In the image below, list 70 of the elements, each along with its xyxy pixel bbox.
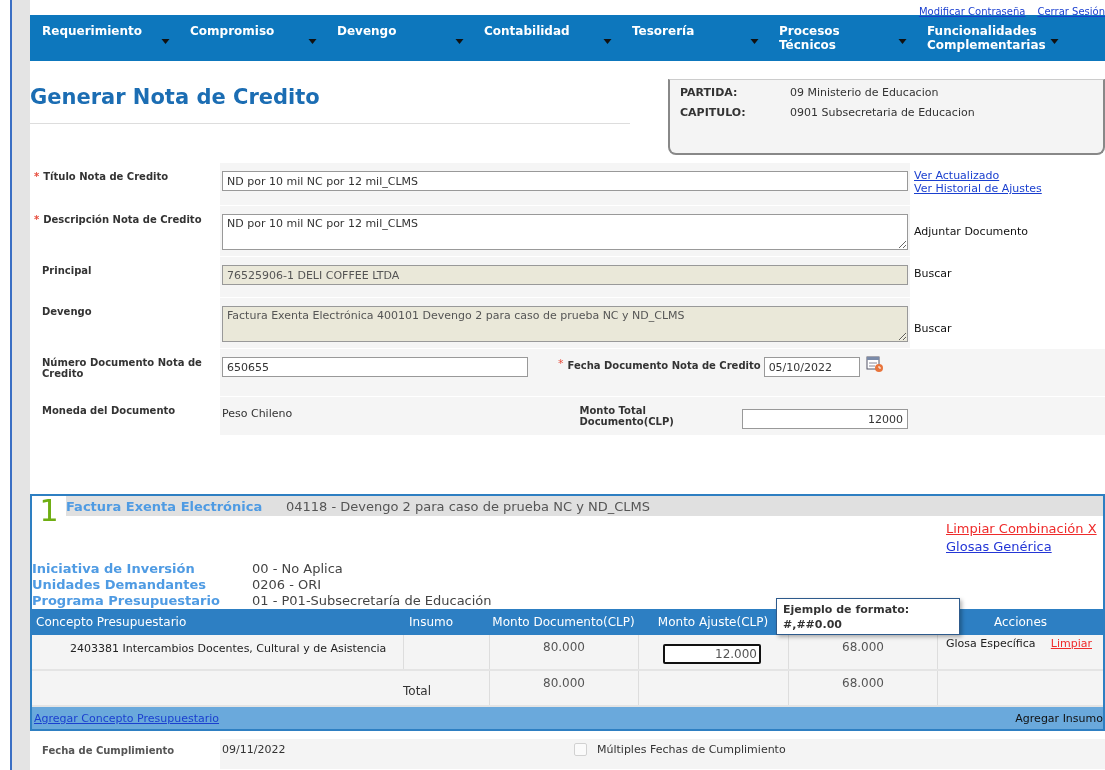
detail-label: Unidades Demandantes bbox=[32, 577, 207, 593]
detail-value: 0206 - ORI bbox=[252, 577, 322, 593]
column-header: Concepto Presupuestario bbox=[36, 615, 187, 629]
caret-icon bbox=[603, 39, 612, 44]
top-link[interactable]: Cerrar Sesión bbox=[1037, 7, 1105, 17]
link[interactable]: Limpiar Combinación X bbox=[946, 520, 1097, 538]
glosa-link[interactable]: Glosa Específica bbox=[946, 637, 1036, 669]
detail-value: 00 - No Aplica bbox=[252, 561, 343, 577]
clear-link[interactable]: Limpiar bbox=[1050, 637, 1092, 669]
menu-item[interactable]: Compromiso bbox=[190, 15, 337, 61]
column-header: Monto Ajuste(CLP) bbox=[657, 615, 769, 629]
caret-icon bbox=[308, 39, 317, 44]
info-label: CAPITULO: bbox=[680, 106, 747, 119]
caret-icon bbox=[161, 39, 170, 44]
field-label: Devengo bbox=[42, 306, 92, 317]
document-title: 04118 - Devengo 2 para caso de prueba NC y ND_CLMS bbox=[286, 498, 650, 514]
table-cell: 68.000 bbox=[788, 671, 937, 705]
input-field[interactable]: 12000 bbox=[742, 409, 908, 429]
menu-item[interactable]: Tesorería bbox=[632, 15, 779, 61]
top-link[interactable]: Modificar Contraseña bbox=[918, 7, 1026, 17]
field-label: Fecha Documento Nota de Credito bbox=[567, 360, 761, 371]
date-field[interactable]: 05/10/2022 bbox=[763, 357, 860, 377]
caret-icon bbox=[455, 39, 464, 44]
menu-item[interactable]: Contabilidad bbox=[484, 15, 632, 61]
required-mark: * bbox=[558, 357, 564, 370]
menu-item[interactable]: Requerimiento bbox=[42, 15, 190, 61]
table-cell: 80.000 bbox=[489, 635, 638, 669]
detail-label: Iniciativa de Inversión bbox=[32, 561, 196, 577]
info-label: PARTIDA: bbox=[680, 86, 739, 99]
caret-icon bbox=[1050, 39, 1059, 44]
detail-label: Programa Presupuestario bbox=[32, 593, 221, 609]
field-value: Peso Chileno bbox=[222, 406, 294, 420]
link[interactable]: Glosas Genérica bbox=[946, 538, 1052, 556]
info-value: 09 Ministerio de Educacion bbox=[790, 86, 939, 99]
add-input-link[interactable]: Agregar Insumo bbox=[1015, 711, 1103, 725]
text-area[interactable]: ND por 10 mil NC por 12 mil_CLMS bbox=[222, 214, 908, 250]
table-cell: 80.000 bbox=[489, 671, 638, 705]
section-number: 1 bbox=[38, 494, 60, 528]
amount-input[interactable]: 12.000 bbox=[663, 644, 761, 664]
caret-icon bbox=[898, 39, 907, 44]
link[interactable]: Ver Actualizado bbox=[914, 169, 1105, 182]
field-label: Monto Total Documento(CLP) bbox=[579, 405, 675, 427]
input-field[interactable]: ND por 10 mil NC por 12 mil_CLMS bbox=[222, 171, 908, 191]
field-label: Fecha de Cumplimiento bbox=[41, 744, 176, 758]
column-header: Acciones bbox=[993, 615, 1048, 629]
field-label: Moneda del Documento bbox=[42, 405, 176, 416]
menu-item[interactable]: Funcionalidades Complementarias bbox=[927, 15, 1067, 61]
document-type: Factura Exenta Electrónica bbox=[66, 498, 264, 514]
calendar-icon[interactable] bbox=[865, 355, 884, 373]
detail-value: 01 - P01-Subsecretaría de Educación bbox=[252, 593, 492, 609]
table-cell-text: 2403381 Intercambios Docentes, Cultural y de Asistencia bbox=[69, 641, 388, 657]
column-header: Insumo bbox=[409, 615, 454, 629]
caret-icon bbox=[750, 39, 759, 44]
column-header: Monto Documento(CLP) bbox=[492, 615, 635, 629]
field-label: Número Documento Nota de Credito bbox=[42, 357, 202, 379]
menu-item[interactable]: Procesos Técnicos bbox=[779, 15, 927, 61]
tooltip: Ejemplo de formato: #,##0.00 bbox=[776, 598, 960, 635]
field-label: Principal bbox=[42, 265, 92, 276]
checkbox-label: Múltiples Fechas de Cumplimiento bbox=[597, 743, 786, 756]
input-field[interactable]: 650655 bbox=[222, 357, 528, 377]
total-label: Total bbox=[403, 683, 433, 700]
field-label: Descripción Nota de Credito bbox=[43, 214, 202, 225]
link[interactable]: Ver Historial de Ajustes bbox=[914, 182, 1105, 195]
field-label: Título Nota de Credito bbox=[43, 171, 169, 182]
field-value: 09/11/2022 bbox=[222, 743, 287, 758]
required-mark: * bbox=[34, 171, 40, 182]
required-mark: * bbox=[34, 214, 40, 225]
info-value: 0901 Subsecretaria de Educacion bbox=[790, 106, 975, 119]
page-title: Generar Nota de Credito bbox=[30, 85, 630, 124]
menu-item[interactable]: Devengo bbox=[337, 15, 484, 61]
